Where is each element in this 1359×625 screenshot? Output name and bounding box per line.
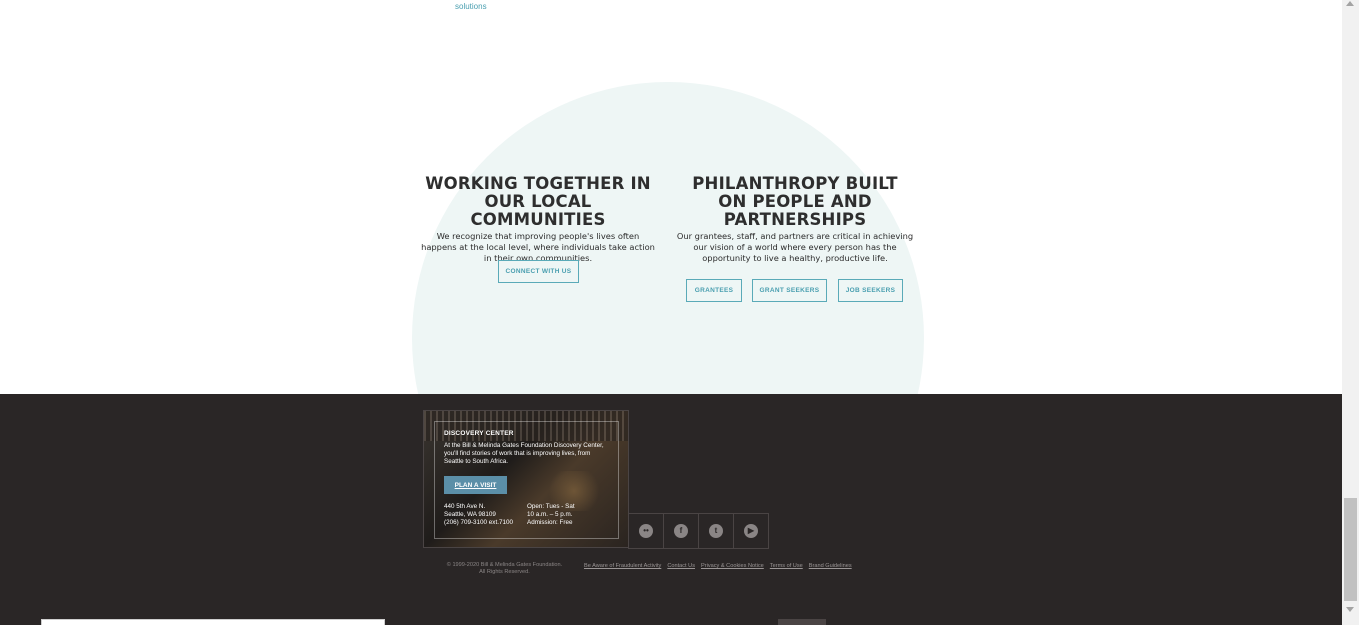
terms-of-use-link[interactable]: Terms of Use — [770, 563, 803, 569]
scroll-down-arrow-icon[interactable] — [1346, 607, 1354, 612]
partnerships-text: Our grantees, staff, and partners are cr… — [676, 231, 914, 263]
privacy-cookies-link[interactable]: Privacy & Cookies Notice — [701, 563, 764, 569]
newsletter-input-edge[interactable] — [41, 619, 385, 625]
scroll-up-arrow-icon[interactable] — [1346, 1, 1354, 6]
solutions-link[interactable]: solutions — [455, 2, 487, 11]
youtube-link[interactable]: ▶ — [733, 513, 769, 549]
fraud-awareness-link[interactable]: Be Aware of Fraudulent Activity — [584, 563, 661, 569]
discovery-center-card: DISCOVERY CENTER At the Bill & Melinda G… — [423, 410, 629, 548]
hours-days: Open: Tues - Sat — [527, 503, 575, 510]
discovery-address: 440 5th Ave N. Seattle, WA 98109 (206) 7… — [444, 503, 524, 527]
twitter-icon: t — [709, 524, 723, 538]
copyright-line-1: © 1999-2020 Bill & Melinda Gates Foundat… — [446, 562, 563, 568]
local-communities-title: WORKING TOGETHER IN OUR LOCAL COMMUNITIE… — [425, 174, 651, 229]
flickr-link[interactable]: •• — [628, 513, 664, 549]
discovery-hours: Open: Tues - Sat 10 a.m. – 5 p.m. Admiss… — [527, 503, 607, 527]
discovery-center-description: At the Bill & Melinda Gates Foundation D… — [444, 442, 604, 465]
facebook-icon: f — [674, 524, 688, 538]
newsletter-submit-edge[interactable] — [778, 619, 826, 625]
vertical-scrollbar[interactable] — [1342, 0, 1359, 625]
page: solutions WORKING TOGETHER IN OUR LOCAL … — [0, 0, 1359, 625]
partnerships-title: PHILANTHROPY BUILT ON PEOPLE AND PARTNER… — [692, 174, 898, 229]
footer-links: Be Aware of Fraudulent Activity Contact … — [584, 563, 852, 569]
grantees-button[interactable]: GRANTEES — [686, 279, 742, 302]
contact-us-link[interactable]: Contact Us — [667, 563, 695, 569]
job-seekers-button[interactable]: JOB SEEKERS — [838, 279, 903, 302]
copyright-line-2: All Rights Reserved. — [479, 568, 530, 575]
hours-time: 10 a.m. – 5 p.m. — [527, 511, 573, 518]
site-footer — [0, 394, 1342, 625]
twitter-link[interactable]: t — [698, 513, 734, 549]
address-city: Seattle, WA 98109 — [444, 511, 496, 518]
partnerships-section: PHILANTHROPY BUILT ON PEOPLE AND PARTNER… — [676, 175, 914, 264]
scrollbar-thumb[interactable] — [1344, 498, 1357, 601]
address-phone: (206) 709-3100 ext.7100 — [444, 519, 513, 526]
plan-a-visit-button[interactable]: PLAN A VISIT — [444, 476, 507, 494]
connect-with-us-button[interactable]: CONNECT WITH US — [498, 260, 579, 283]
flickr-icon: •• — [639, 524, 653, 538]
hours-admission: Admission: Free — [527, 519, 573, 526]
brand-guidelines-link[interactable]: Brand Guidelines — [809, 563, 852, 569]
discovery-center-title: DISCOVERY CENTER — [444, 430, 514, 437]
copyright-notice: © 1999-2020 Bill & Melinda Gates Foundat… — [433, 562, 576, 575]
youtube-icon: ▶ — [744, 524, 758, 538]
local-communities-section: WORKING TOGETHER IN OUR LOCAL COMMUNITIE… — [418, 175, 658, 264]
facebook-link[interactable]: f — [663, 513, 699, 549]
grant-seekers-button[interactable]: GRANT SEEKERS — [752, 279, 827, 302]
address-street: 440 5th Ave N. — [444, 503, 486, 510]
